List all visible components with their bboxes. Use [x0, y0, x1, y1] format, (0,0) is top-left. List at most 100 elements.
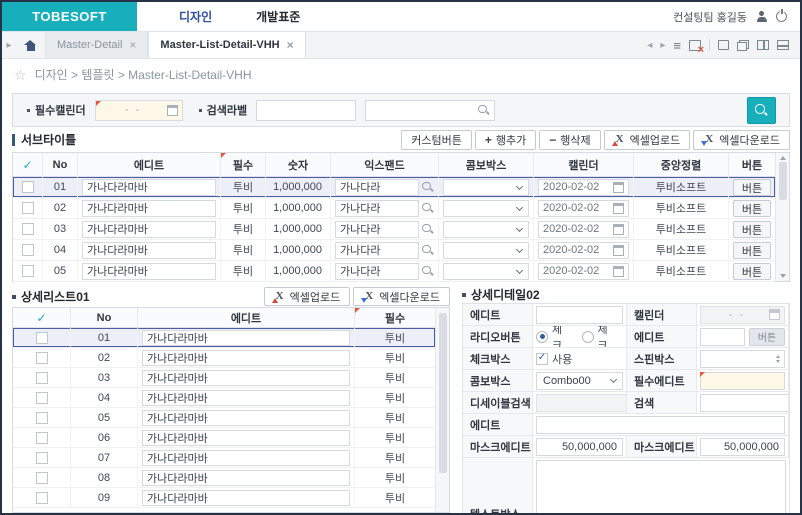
- expand-input[interactable]: [335, 263, 419, 280]
- edit-input[interactable]: [142, 490, 350, 506]
- mask-edit-input[interactable]: [700, 438, 785, 456]
- favorite-star-icon[interactable]: ☆: [14, 68, 27, 82]
- calendar-input[interactable]: 2020-02-02: [538, 242, 629, 259]
- vertical-scrollbar[interactable]: [775, 153, 789, 281]
- search-icon[interactable]: [477, 104, 490, 117]
- combo-select[interactable]: [443, 200, 529, 217]
- edit-input[interactable]: [142, 430, 350, 446]
- calendar-icon[interactable]: [167, 105, 178, 116]
- select-all-checkbox[interactable]: ✓: [36, 311, 46, 325]
- detail-list-row[interactable]: 02 투비: [13, 348, 435, 368]
- calendar-input[interactable]: 2020-02-02: [538, 200, 629, 217]
- close-icon[interactable]: ×: [287, 39, 294, 51]
- excel-upload-button[interactable]: 엑셀업로드: [604, 130, 691, 150]
- calendar-input[interactable]: 2020-02-02: [538, 263, 629, 280]
- combo-select[interactable]: [443, 242, 529, 259]
- row-checkbox[interactable]: [36, 412, 48, 424]
- custom-button[interactable]: 커스텀버튼: [401, 130, 472, 150]
- edit-input[interactable]: [82, 263, 216, 280]
- edit-input[interactable]: [142, 450, 350, 466]
- radio-option-label[interactable]: 체크: [598, 326, 614, 348]
- row-checkbox[interactable]: [36, 392, 48, 404]
- layout-single-icon[interactable]: [718, 40, 729, 50]
- spin-input[interactable]: [700, 350, 785, 368]
- scrollbar-thumb[interactable]: [779, 162, 787, 200]
- edit-input[interactable]: [142, 370, 350, 386]
- calendar-input[interactable]: 2020-02-02: [538, 221, 629, 238]
- row-button[interactable]: 버튼: [733, 221, 771, 238]
- spin-down-icon[interactable]: [776, 360, 780, 363]
- row-checkbox[interactable]: [22, 202, 34, 214]
- edit-input[interactable]: [142, 390, 350, 406]
- edit2-button[interactable]: 버튼: [749, 328, 785, 346]
- edit-input[interactable]: [82, 200, 216, 217]
- nav-left-icon[interactable]: ◂: [647, 40, 652, 51]
- row-checkbox[interactable]: [22, 265, 34, 277]
- calendar-input[interactable]: 2020-02-02: [538, 179, 629, 196]
- mask-edit-input[interactable]: [536, 438, 623, 456]
- edit-input[interactable]: [82, 242, 216, 259]
- tab-master-list-detail-vhh[interactable]: Master-List-Detail-VHH ×: [148, 32, 305, 58]
- logout-icon[interactable]: [776, 11, 787, 22]
- row-checkbox[interactable]: [36, 432, 48, 444]
- expand-input[interactable]: [335, 242, 419, 259]
- combo-select[interactable]: [443, 221, 529, 238]
- edit-input[interactable]: [142, 350, 350, 366]
- edit-input[interactable]: [142, 410, 350, 426]
- delete-row-button[interactable]: −행삭제: [539, 130, 600, 150]
- required-calendar-input[interactable]: - -: [95, 100, 183, 121]
- search-icon[interactable]: [421, 202, 434, 215]
- row-checkbox[interactable]: [22, 244, 34, 256]
- scroll-up-icon[interactable]: [780, 156, 786, 160]
- close-all-tabs-icon[interactable]: [689, 40, 701, 51]
- row-checkbox[interactable]: [36, 452, 48, 464]
- detail-list-row[interactable]: 06 투비: [13, 428, 435, 448]
- radio-unchecked[interactable]: [582, 331, 594, 343]
- row-checkbox[interactable]: [36, 352, 48, 364]
- detail-list-row[interactable]: 07 투비: [13, 448, 435, 468]
- nav-right-icon[interactable]: ▸: [660, 40, 665, 51]
- expand-input[interactable]: [335, 221, 419, 238]
- detail-list-row[interactable]: 08 투비: [13, 468, 435, 488]
- textbox-input[interactable]: [536, 460, 786, 513]
- edit1-input[interactable]: [536, 306, 623, 324]
- master-grid-row[interactable]: 04 투비 1,000,000 2020-02-02 투비소프트 버튼: [13, 240, 775, 261]
- search-icon[interactable]: [421, 244, 434, 257]
- master-grid-row[interactable]: 05 투비 1,000,000 2020-02-02 투비소프트 버튼: [13, 261, 775, 282]
- master-grid-row[interactable]: 02 투비 1,000,000 2020-02-02 투비소프트 버튼: [13, 198, 775, 219]
- detail-list-row[interactable]: 04 투비: [13, 388, 435, 408]
- layout-cascade-icon[interactable]: [737, 40, 749, 51]
- row-button[interactable]: 버튼: [733, 263, 771, 280]
- select-all-checkbox[interactable]: ✓: [22, 158, 32, 172]
- app-logo[interactable]: TOBESOFT: [2, 2, 137, 31]
- row-button[interactable]: 버튼: [733, 200, 771, 217]
- search-input-2[interactable]: [365, 100, 495, 121]
- edit2-input[interactable]: [700, 328, 745, 346]
- detail-list-row[interactable]: 05 투비: [13, 408, 435, 428]
- row-button[interactable]: 버튼: [733, 242, 771, 259]
- radio-option-label[interactable]: 체크: [552, 326, 568, 348]
- home-tab[interactable]: [16, 32, 46, 58]
- search-button[interactable]: [747, 97, 776, 124]
- search-icon[interactable]: [421, 181, 434, 194]
- combo-select[interactable]: [443, 179, 529, 196]
- row-checkbox[interactable]: [22, 181, 34, 193]
- excel-upload-button[interactable]: 엑셀업로드: [264, 287, 351, 306]
- edit-input[interactable]: [82, 179, 216, 196]
- checkbox-text[interactable]: 사용: [552, 351, 572, 367]
- vertical-scrollbar[interactable]: [435, 308, 449, 512]
- tab-scroll-left-icon[interactable]: ▸: [2, 32, 16, 58]
- menu-dev-standard[interactable]: 개발표준: [256, 8, 300, 25]
- row-button[interactable]: 버튼: [733, 179, 771, 196]
- edit-input[interactable]: [82, 221, 216, 238]
- user-icon[interactable]: [756, 11, 767, 22]
- edit-input[interactable]: [142, 330, 350, 346]
- detail-list-row[interactable]: 01 투비: [13, 328, 435, 348]
- checkbox-checked[interactable]: ✓: [536, 353, 548, 365]
- master-grid-row[interactable]: 01 투비 1,000,000 2020-02-02 투비소프트 버튼: [13, 177, 775, 198]
- scrollbar-thumb[interactable]: [439, 313, 447, 473]
- row-checkbox[interactable]: [36, 472, 48, 484]
- layout-horizontal-split-icon[interactable]: [777, 40, 789, 50]
- row-checkbox[interactable]: [36, 332, 48, 344]
- search-icon[interactable]: [421, 223, 434, 236]
